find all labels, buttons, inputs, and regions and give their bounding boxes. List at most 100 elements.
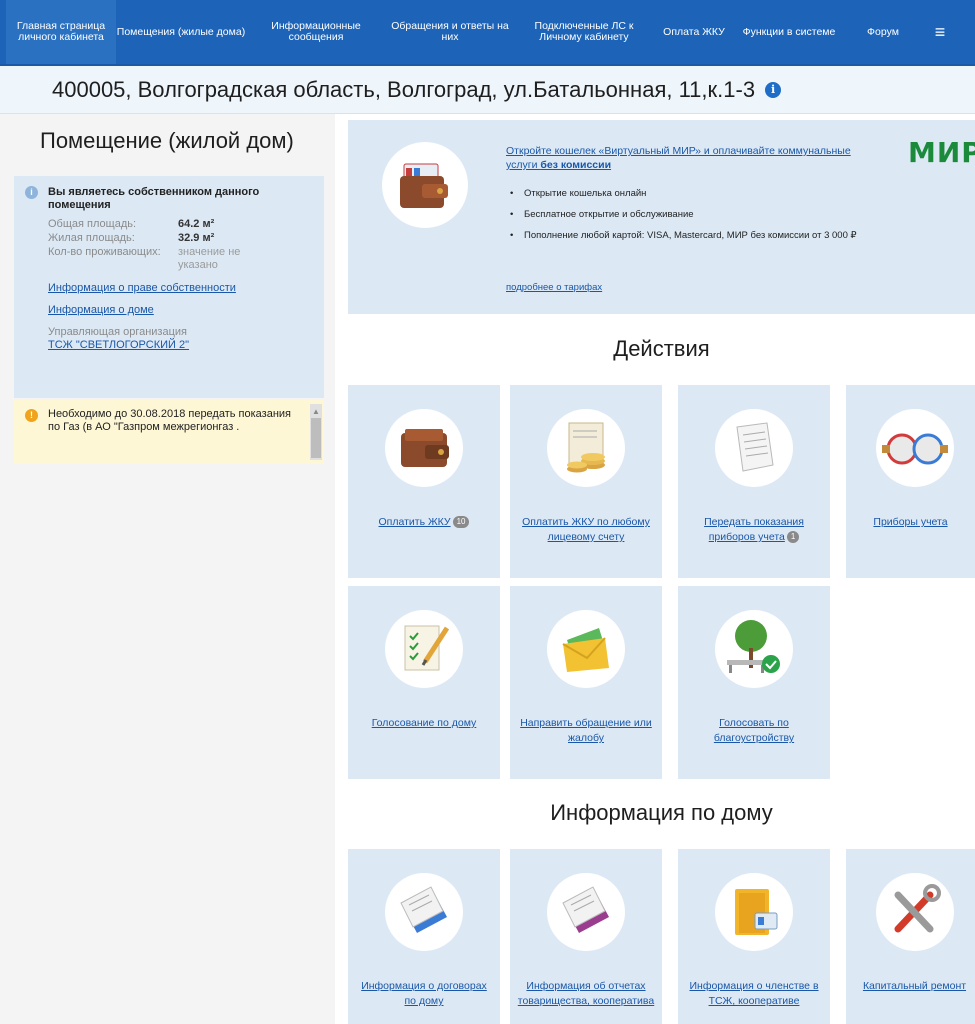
address-text: 400005, Волгоградская область, Волгоград… bbox=[52, 76, 756, 102]
capital-repair-link[interactable]: Капитальный ремонт bbox=[863, 980, 966, 992]
mir-logo-text: МИР bbox=[908, 136, 975, 169]
promo-bullet: Бесплатное открытие и обслуживание bbox=[506, 209, 866, 221]
prop-row-residents: Кол-во проживающих: значение не указано bbox=[48, 246, 312, 272]
tile-label: Оплатить ЖКУ по любому лицевому счету bbox=[516, 515, 656, 545]
promo-bullet: Пополнение любой картой: VISA, Mastercar… bbox=[506, 230, 866, 242]
nav-payment[interactable]: Оплата ЖКУ bbox=[654, 0, 734, 64]
notice-scrollbar[interactable]: ▲ bbox=[310, 404, 322, 460]
nav-home-label: Главная страница личного кабинета bbox=[16, 20, 106, 43]
tile-label: Информация о членстве в ТСЖ, кооперативе bbox=[684, 979, 824, 1009]
prop-row-total: Общая площадь: 64.2 м² bbox=[48, 218, 312, 231]
reports-info-link[interactable]: Информация об отчетах товарищества, кооп… bbox=[518, 980, 654, 1007]
management-label: Управляющая организация bbox=[48, 326, 187, 338]
tile-label: Направить обращение или жалобу bbox=[516, 716, 656, 746]
tariffs-link[interactable]: подробнее о тарифах bbox=[506, 282, 602, 293]
tree-bench-icon bbox=[715, 610, 793, 688]
prop-label: Общая площадь: bbox=[48, 218, 137, 230]
tile-label: Передать показания приборов учета 1 bbox=[684, 515, 824, 545]
ownership-info-link[interactable]: Информация о праве собственности bbox=[48, 282, 312, 294]
tile-send-appeal[interactable]: Направить обращение или жалобу bbox=[510, 586, 662, 779]
owner-heading: Вы являетесь собственником данного помещ… bbox=[48, 186, 260, 211]
pay-utilities-link[interactable]: Оплатить ЖКУ bbox=[379, 516, 451, 528]
house-info-link[interactable]: Информация о доме bbox=[48, 304, 312, 316]
nav-functions[interactable]: Функции в системе bbox=[734, 0, 844, 64]
tile-pay-utilities[interactable]: Оплатить ЖКУ 10 bbox=[348, 385, 500, 578]
count-badge: 10 bbox=[452, 516, 470, 529]
folder-badge-icon bbox=[715, 873, 793, 951]
membership-info-link[interactable]: Информация о членстве в ТСЖ, кооперативе bbox=[689, 980, 818, 1007]
contracts-info-link[interactable]: Информация о договорах по дому bbox=[361, 980, 487, 1007]
tile-landscaping-vote[interactable]: Голосовать по благоустройству bbox=[678, 586, 830, 779]
tile-reports-info[interactable]: Информация об отчетах товарищества, кооп… bbox=[510, 849, 662, 1024]
tile-pay-any-account[interactable]: Оплатить ЖКУ по любому лицевому счету bbox=[510, 385, 662, 578]
prop-value: 64.2 м² bbox=[178, 218, 215, 230]
tile-contracts-info[interactable]: Информация о договорах по дому bbox=[348, 849, 500, 1024]
receipt-icon bbox=[715, 409, 793, 487]
tile-label: Приборы учета bbox=[852, 515, 969, 530]
mir-wallet-link[interactable]: Откройте кошелек «Виртуальный МИР» и опл… bbox=[506, 144, 866, 172]
scroll-up-icon[interactable]: ▲ bbox=[312, 405, 320, 418]
tools-icon bbox=[876, 873, 954, 951]
nav-accounts-label: Подключенные ЛС к Личному кабинету bbox=[534, 20, 634, 43]
tile-membership-info[interactable]: Информация о членстве в ТСЖ, кооперативе bbox=[678, 849, 830, 1024]
nav-appeals-label: Обращения и ответы на них bbox=[391, 20, 509, 43]
tile-label: Голосование по дому bbox=[354, 716, 494, 731]
management-org-link[interactable]: ТСЖ "СВЕТЛОГОРСКИЙ 2" bbox=[48, 339, 312, 352]
prop-value: 32.9 м² bbox=[178, 232, 215, 244]
nav-home[interactable]: Главная страница личного кабинета bbox=[6, 0, 116, 64]
prop-value: значение не указано bbox=[178, 246, 241, 271]
scrollbar-thumb[interactable] bbox=[311, 418, 321, 458]
actions-title: Действия bbox=[613, 336, 710, 361]
nav-premises[interactable]: Помещения (жилые дома) bbox=[116, 0, 246, 64]
nav-forum-label: Форум bbox=[867, 25, 899, 38]
checklist-pencil-icon bbox=[385, 610, 463, 688]
sidebar-title: Помещение (жилой дом) bbox=[40, 128, 294, 153]
documents-icon bbox=[385, 873, 463, 951]
mir-wallet-promo: Откройте кошелек «Виртуальный МИР» и опл… bbox=[348, 120, 975, 314]
nav-functions-label: Функции в системе bbox=[742, 25, 836, 38]
tile-label: Информация о договорах по дому bbox=[354, 979, 494, 1009]
nav-accounts[interactable]: Подключенные ЛС к Личному кабинету bbox=[514, 0, 654, 64]
meters-link[interactable]: Приборы учета bbox=[873, 516, 947, 528]
pay-any-account-link[interactable]: Оплатить ЖКУ по любому лицевому счету bbox=[522, 516, 650, 543]
promo-link-bold: без комиссии bbox=[540, 159, 612, 171]
tile-label: Оплатить ЖКУ 10 bbox=[354, 515, 494, 530]
tile-capital-repair[interactable]: Капитальный ремонт bbox=[846, 849, 975, 1024]
nav-payment-label: Оплата ЖКУ bbox=[663, 25, 725, 38]
report-documents-icon bbox=[547, 873, 625, 951]
nav-premises-label: Помещения (жилые дома) bbox=[116, 25, 246, 38]
envelope-icon bbox=[547, 610, 625, 688]
warning-icon: ! bbox=[25, 409, 38, 422]
notice-text: Необходимо до 30.08.2018 передать показа… bbox=[48, 408, 292, 433]
nav-messages[interactable]: Информационные сообщения bbox=[246, 0, 386, 64]
prop-label: Кол-во проживающих: bbox=[48, 246, 161, 258]
meter-reading-notice: ! Необходимо до 30.08.2018 передать пока… bbox=[14, 400, 324, 464]
prop-label: Жилая площадь: bbox=[48, 232, 135, 244]
info-icon: i bbox=[25, 186, 38, 199]
top-navigation: Главная страница личного кабинета Помеще… bbox=[0, 0, 975, 66]
tile-meters[interactable]: Приборы учета bbox=[846, 385, 975, 578]
prop-row-living: Жилая площадь: 32.9 м² bbox=[48, 232, 312, 245]
sidebar: Помещение (жилой дом) i Вы являетесь соб… bbox=[0, 114, 335, 1024]
tile-label: Голосовать по благоустройству bbox=[684, 716, 824, 746]
nav-forum[interactable]: Форум bbox=[844, 0, 922, 64]
promo-bullets: Открытие кошелька онлайн Бесплатное откр… bbox=[506, 188, 866, 251]
address-bar: 400005, Волгоградская область, Волгоград… bbox=[0, 66, 975, 114]
tile-label: Капитальный ремонт bbox=[846, 979, 975, 994]
tile-submit-readings[interactable]: Передать показания приборов учета 1 bbox=[678, 385, 830, 578]
nav-appeals[interactable]: Обращения и ответы на них bbox=[386, 0, 514, 64]
nav-messages-label: Информационные сообщения bbox=[271, 20, 361, 43]
water-meter-icon bbox=[876, 409, 954, 487]
house-voting-link[interactable]: Голосование по дому bbox=[372, 717, 477, 729]
send-appeal-link[interactable]: Направить обращение или жалобу bbox=[520, 717, 652, 744]
tile-label: Информация об отчетах товарищества, кооп… bbox=[516, 979, 656, 1009]
landscaping-vote-link[interactable]: Голосовать по благоустройству bbox=[714, 717, 794, 744]
tile-house-voting[interactable]: Голосование по дому bbox=[348, 586, 500, 779]
owner-info-box: i Вы являетесь собственником данного пом… bbox=[14, 176, 324, 398]
info-icon[interactable]: i bbox=[765, 81, 782, 98]
coins-receipt-icon bbox=[547, 409, 625, 487]
house-info-title: Информация по дому bbox=[550, 800, 773, 825]
mir-logo: МИР▬ bbox=[908, 136, 975, 169]
promo-bullet: Открытие кошелька онлайн bbox=[506, 188, 866, 200]
hamburger-menu-icon[interactable]: ≡ bbox=[922, 0, 958, 64]
